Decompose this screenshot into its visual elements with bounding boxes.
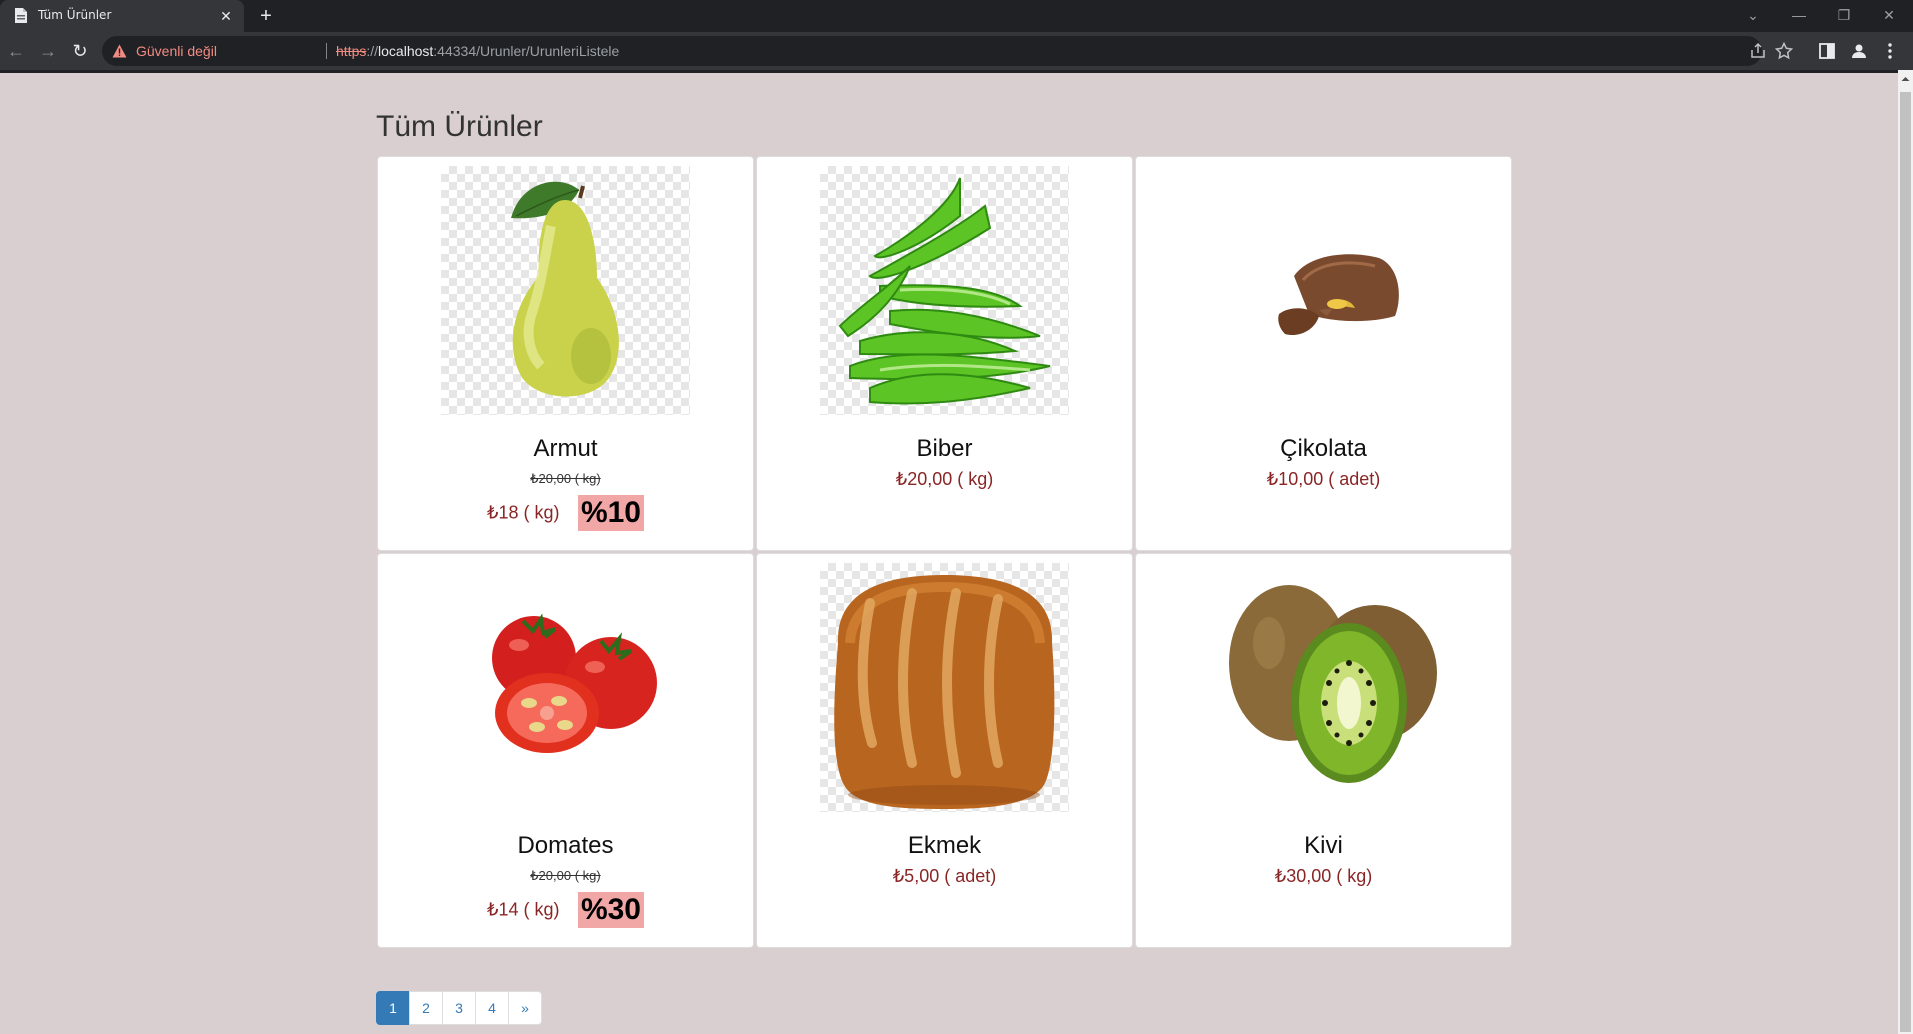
tab-close-icon[interactable]: ✕	[216, 6, 236, 26]
discount-badge: %30	[577, 892, 644, 928]
reload-icon[interactable]: ↻	[68, 39, 92, 63]
product-card[interactable]: Domates ₺20,00 ( kg) ₺14 ( kg) %30	[377, 553, 754, 948]
product-name[interactable]: Domates	[378, 832, 753, 860]
share-icon[interactable]	[1748, 41, 1768, 61]
product-name[interactable]: Kivi	[1136, 832, 1511, 860]
restore-icon[interactable]: ❐	[1827, 4, 1861, 26]
browser-toolbar: ← → ↻ Güvenli değil https://localhost:44…	[0, 32, 1913, 70]
page-link-4[interactable]: 4	[475, 991, 509, 1025]
scroll-thumb[interactable]	[1900, 92, 1911, 1032]
address-bar[interactable]: Güvenli değil https://localhost:44334/Ur…	[102, 36, 1794, 66]
browser-tab-strip: Tüm Ürünler ✕ + ⌄ — ❐ ✕	[0, 0, 1913, 32]
product-image-kiwi	[1229, 585, 1437, 783]
product-price: ₺30,00 ( kg)	[1274, 866, 1373, 886]
pagination: 1 2 3 4 »	[376, 991, 542, 1025]
browser-tab[interactable]: Tüm Ürünler ✕	[0, 0, 244, 32]
product-image-green-pepper	[820, 166, 1069, 415]
url-host: localhost	[378, 43, 434, 59]
url-separator: ://	[366, 43, 379, 59]
product-card[interactable]: Armut ₺20,00 ( kg) ₺18 ( kg) %10	[377, 156, 754, 551]
page-title: Tüm Ürünler	[376, 110, 543, 143]
product-name[interactable]: Ekmek	[757, 832, 1132, 860]
tab-search-icon[interactable]: ⌄	[1736, 4, 1770, 26]
product-price: ₺20,00 ( kg)	[895, 469, 994, 489]
minimize-icon[interactable]: —	[1782, 4, 1816, 26]
page-link-3[interactable]: 3	[442, 991, 476, 1025]
product-card[interactable]: Ekmek ₺5,00 ( adet)	[756, 553, 1133, 948]
url-path: :44334/Urunler/UrunleriListele	[433, 43, 620, 59]
bookmark-star-icon[interactable]	[1774, 41, 1794, 61]
product-old-price: ₺20,00 ( kg)	[530, 471, 601, 486]
product-image-bread	[820, 563, 1069, 812]
product-image-chocolate	[1278, 254, 1399, 336]
product-price-row: ₺14 ( kg) %30	[378, 892, 753, 928]
page-link-next[interactable]: »	[508, 991, 542, 1025]
page-link-2[interactable]: 2	[409, 991, 443, 1025]
page-link-1[interactable]: 1	[376, 991, 410, 1025]
product-name[interactable]: Armut	[378, 435, 753, 463]
tab-title: Tüm Ürünler	[38, 8, 112, 22]
product-name[interactable]: Çikolata	[1136, 435, 1511, 463]
discount-badge: %10	[577, 495, 644, 531]
forward-icon[interactable]: →	[36, 39, 60, 63]
profile-icon[interactable]	[1849, 41, 1869, 61]
product-card[interactable]: Kivi ₺30,00 ( kg)	[1135, 553, 1512, 948]
product-name[interactable]: Biber	[757, 435, 1132, 463]
scroll-up-arrow-icon[interactable]	[1898, 72, 1913, 86]
product-image-pear	[441, 166, 690, 415]
product-card[interactable]: Biber ₺20,00 ( kg)	[756, 156, 1133, 551]
page-scrollbar[interactable]	[1898, 70, 1913, 1034]
product-price-row: ₺18 ( kg) %10	[378, 495, 753, 531]
product-price: ₺14 ( kg)	[487, 899, 560, 920]
product-card[interactable]: Çikolata ₺10,00 ( adet)	[1135, 156, 1512, 551]
menu-kebab-icon[interactable]	[1880, 41, 1900, 61]
warning-icon	[112, 44, 127, 58]
close-window-icon[interactable]: ✕	[1872, 4, 1906, 26]
product-price: ₺18 ( kg)	[487, 502, 560, 523]
side-panel-icon[interactable]	[1817, 41, 1837, 61]
url-text[interactable]: https://localhost:44334/Urunler/Urunleri…	[336, 43, 619, 59]
new-tab-icon[interactable]: +	[254, 4, 278, 28]
security-status[interactable]: Güvenli değil	[136, 43, 217, 59]
chrome-bottom-edge	[0, 70, 1898, 73]
product-price: ₺5,00 ( adet)	[892, 866, 997, 886]
page-favicon-icon	[15, 8, 27, 23]
back-icon[interactable]: ←	[4, 39, 28, 63]
product-price: ₺10,00 ( adet)	[1266, 469, 1381, 489]
url-scheme: https	[336, 43, 367, 59]
product-image-tomato	[492, 613, 657, 753]
omnibox-separator	[326, 43, 327, 59]
product-old-price: ₺20,00 ( kg)	[530, 868, 601, 883]
